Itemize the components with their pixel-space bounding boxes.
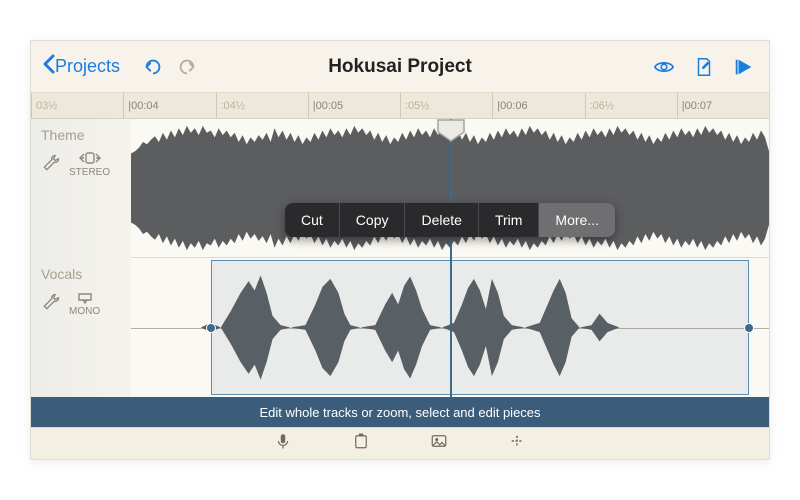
channel-label: STEREO (69, 167, 110, 178)
track-name: Vocals (37, 266, 125, 282)
context-menu: Cut Copy Delete Trim More... (285, 203, 615, 237)
ruler-mark: :05½ (400, 93, 492, 118)
ruler-mark: |00:07 (677, 93, 769, 118)
back-button[interactable]: Projects (41, 54, 120, 79)
ctx-trim[interactable]: Trim (479, 203, 539, 237)
back-label: Projects (55, 56, 120, 77)
ruler-mark: 03½ (31, 93, 123, 118)
play-button[interactable] (733, 56, 755, 78)
chevron-left-icon (41, 54, 55, 79)
ctx-more[interactable]: More... (539, 203, 615, 237)
track-header: Vocals MONO (31, 258, 131, 397)
track-sidebar: Theme STEREO Vocals (31, 119, 131, 397)
track-waveform[interactable] (131, 119, 769, 258)
wrench-icon[interactable] (41, 292, 61, 315)
channel-icon[interactable]: MONO (69, 290, 100, 317)
redo-button[interactable] (174, 54, 200, 80)
track-header: Theme STEREO (31, 119, 131, 258)
ruler-mark: |00:04 (123, 93, 215, 118)
undo-button[interactable] (140, 54, 166, 80)
track-name: Theme (37, 127, 125, 143)
ctx-copy[interactable]: Copy (340, 203, 406, 237)
waveform (131, 258, 769, 397)
content-area: Theme STEREO Vocals (31, 119, 769, 397)
ctx-cut[interactable]: Cut (285, 203, 340, 237)
hint-text: Edit whole tracks or zoom, select and ed… (259, 405, 540, 420)
visibility-button[interactable] (653, 56, 675, 78)
bottom-toolbar (31, 427, 769, 459)
ruler-mark: |00:05 (308, 93, 400, 118)
tracks-area[interactable]: Cut Copy Delete Trim More... (131, 119, 769, 397)
edit-button[interactable] (693, 56, 715, 78)
channel-icon[interactable]: STEREO (69, 151, 110, 178)
track-waveform[interactable] (131, 258, 769, 397)
hint-bar: Edit whole tracks or zoom, select and ed… (31, 397, 769, 427)
app-window: Projects Hokusai Project (30, 40, 770, 460)
time-ruler[interactable]: 03½ |00:04 :04½ |00:05 :05½ |00:06 :06½ … (31, 93, 769, 119)
add-icon[interactable] (508, 432, 526, 455)
mic-icon[interactable] (274, 432, 292, 455)
selection-handle-left[interactable] (206, 323, 216, 333)
channel-label: MONO (69, 306, 100, 317)
ruler-mark: :04½ (216, 93, 308, 118)
image-icon[interactable] (430, 432, 448, 455)
top-bar: Projects Hokusai Project (31, 41, 769, 93)
paste-icon[interactable] (352, 432, 370, 455)
wrench-icon[interactable] (41, 153, 61, 176)
ruler-mark: :06½ (585, 93, 677, 118)
ruler-mark: |00:06 (492, 93, 584, 118)
selection-handle-right[interactable] (744, 323, 754, 333)
ctx-delete[interactable]: Delete (405, 203, 478, 237)
